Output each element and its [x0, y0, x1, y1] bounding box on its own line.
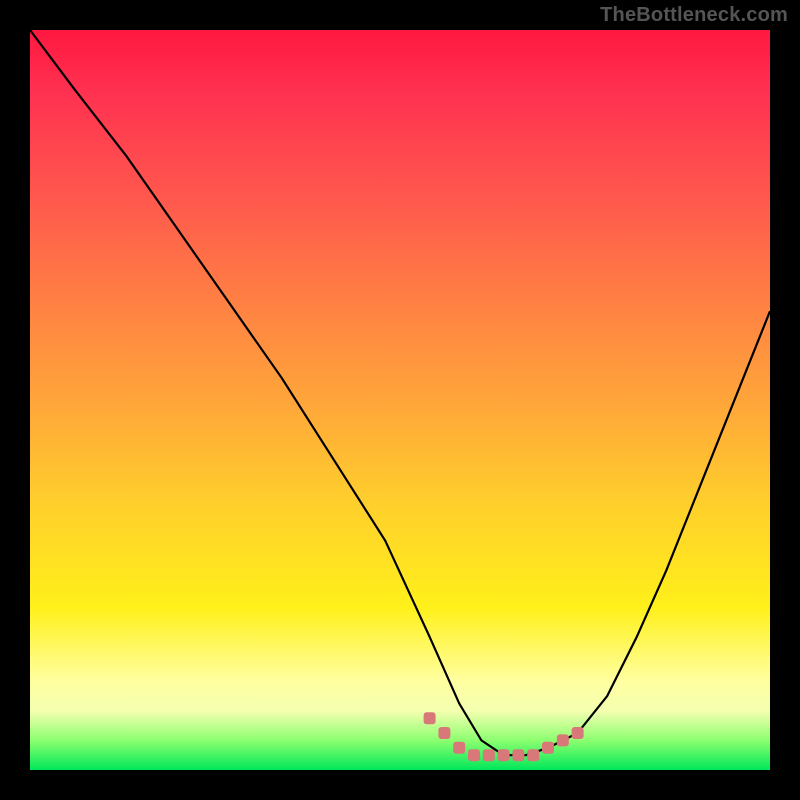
marker-point	[424, 712, 436, 724]
marker-point	[542, 742, 554, 754]
curve-svg	[30, 30, 770, 770]
bottleneck-curve-line	[30, 30, 770, 755]
chart-stage: TheBottleneck.com	[0, 0, 800, 800]
marker-point	[512, 749, 524, 761]
watermark-text: TheBottleneck.com	[600, 4, 788, 27]
marker-point	[572, 727, 584, 739]
plot-area	[30, 30, 770, 770]
marker-point	[453, 742, 465, 754]
marker-point	[498, 749, 510, 761]
marker-point	[557, 734, 569, 746]
marker-point	[468, 749, 480, 761]
highlighted-markers	[424, 712, 584, 761]
marker-point	[438, 727, 450, 739]
marker-point	[483, 749, 495, 761]
marker-point	[527, 749, 539, 761]
